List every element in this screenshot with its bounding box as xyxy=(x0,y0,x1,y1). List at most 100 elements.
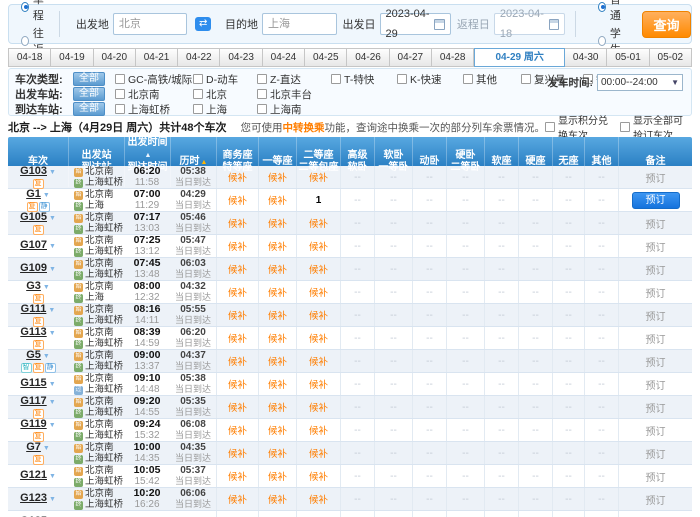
radio-icon[interactable] xyxy=(598,36,606,46)
radio-icon[interactable] xyxy=(21,2,29,12)
train-link-G117[interactable]: G117 xyxy=(20,396,46,407)
train-link-G113[interactable]: G113 xyxy=(20,327,46,338)
radio-icon[interactable] xyxy=(21,36,29,46)
train-link-G103[interactable]: G103 xyxy=(20,166,47,177)
checkbox-icon[interactable] xyxy=(115,104,125,114)
date-tab-04-23[interactable]: 04-23 xyxy=(220,48,262,67)
date-tab-05-01[interactable]: 05-01 xyxy=(607,48,649,67)
checkbox-icon[interactable] xyxy=(620,122,630,132)
filter-all-button[interactable]: 全部 xyxy=(73,72,105,86)
transfer-link[interactable]: 中转换乘 xyxy=(283,122,325,134)
chevron-down-icon[interactable]: ▼ xyxy=(43,192,50,199)
to-input[interactable]: 上海 xyxy=(262,13,336,35)
chevron-down-icon[interactable]: ▼ xyxy=(43,353,50,360)
train-link-G121[interactable]: G121 xyxy=(20,470,47,481)
chevron-down-icon[interactable]: ▼ xyxy=(49,215,56,222)
train-link-G111[interactable]: G111 xyxy=(21,304,47,315)
filter-option-Z-直达[interactable]: Z-直达 xyxy=(257,72,331,87)
train-line: G7▼ xyxy=(26,442,50,454)
date-tab-04-26[interactable]: 04-26 xyxy=(347,48,389,67)
date-tab-05-02[interactable]: 05-02 xyxy=(650,48,692,67)
date-tab-04-27[interactable]: 04-27 xyxy=(390,48,432,67)
filter-option-北京丰台[interactable]: 北京丰台 xyxy=(257,87,331,102)
train-link-G109[interactable]: G109 xyxy=(20,263,47,274)
checkbox-icon[interactable] xyxy=(397,74,407,84)
seat-availability: -- xyxy=(340,212,374,234)
train-link-G115[interactable]: G115 xyxy=(20,378,46,389)
calendar-icon[interactable] xyxy=(434,19,445,30)
duration-cell: 05:47当日到达 xyxy=(170,235,216,257)
depart-date-input[interactable]: 2023-04-29 xyxy=(380,13,451,35)
checkbox-icon[interactable] xyxy=(115,74,125,84)
chevron-down-icon[interactable]: ▼ xyxy=(43,284,50,291)
depart-time-select[interactable]: 00:00--24:00 ▼ xyxy=(597,74,683,91)
chevron-down-icon[interactable]: ▼ xyxy=(48,307,55,314)
chevron-down-icon[interactable]: ▼ xyxy=(49,399,56,406)
train-link-G105[interactable]: G105 xyxy=(20,212,47,223)
chevron-down-icon[interactable]: ▼ xyxy=(49,330,56,337)
date-tab-04-25[interactable]: 04-25 xyxy=(305,48,347,67)
train-link-G5[interactable]: G5 xyxy=(26,350,41,361)
train-row-G119: G119▼复始北京南终上海虹桥09:2415:3206:08当日到达候补候补候补… xyxy=(8,419,692,442)
seat-availability: 候补 xyxy=(258,166,296,188)
train-cell: G111▼复 xyxy=(8,304,68,327)
train-link-G3[interactable]: G3 xyxy=(26,281,41,292)
chevron-down-icon[interactable]: ▼ xyxy=(43,445,50,452)
checkbox-icon[interactable] xyxy=(463,74,473,84)
checkbox-icon[interactable] xyxy=(193,89,203,99)
filter-all-button[interactable]: 全部 xyxy=(73,102,105,116)
book-disabled-text: 预订 xyxy=(646,239,666,254)
filter-option-GC-高铁/城际[interactable]: GC-高铁/城际 xyxy=(115,72,193,87)
date-tab-04-30[interactable]: 04-30 xyxy=(565,48,607,67)
date-tab-04-24[interactable]: 04-24 xyxy=(263,48,305,67)
filter-option-北京[interactable]: 北京 xyxy=(193,87,257,102)
query-button[interactable]: 查询 xyxy=(642,11,691,38)
train-badges: 复 xyxy=(33,455,44,465)
sort-arrow-icon[interactable]: ▲ xyxy=(201,159,208,166)
train-link-G119[interactable]: G119 xyxy=(20,419,46,430)
filter-option-其他[interactable]: 其他 xyxy=(463,72,521,87)
book-button[interactable]: 预订 xyxy=(632,192,680,209)
date-tab-04-21[interactable]: 04-21 xyxy=(136,48,178,67)
from-input[interactable]: 北京 xyxy=(113,13,187,35)
passenger-option-普通[interactable]: 普通 xyxy=(598,0,626,23)
date-tab-04-20[interactable]: 04-20 xyxy=(94,48,136,67)
checkbox-icon[interactable] xyxy=(193,104,203,114)
checkbox-icon[interactable] xyxy=(331,74,341,84)
filter-option-D-动车[interactable]: D-动车 xyxy=(193,72,257,87)
chevron-down-icon[interactable]: ▼ xyxy=(49,496,56,503)
date-tab-04-29[interactable]: 04-29 周六 xyxy=(474,48,565,67)
chevron-down-icon[interactable]: ▼ xyxy=(49,422,56,429)
date-tab-04-19[interactable]: 04-19 xyxy=(51,48,93,67)
train-link-G123[interactable]: G123 xyxy=(20,493,47,504)
date-tab-04-18[interactable]: 04-18 xyxy=(8,48,51,67)
date-tab-04-22[interactable]: 04-22 xyxy=(178,48,220,67)
filter-option-北京南[interactable]: 北京南 xyxy=(115,87,193,102)
filter-option-上海虹桥[interactable]: 上海虹桥 xyxy=(115,102,193,117)
checkbox-icon[interactable] xyxy=(257,74,267,84)
chevron-down-icon[interactable]: ▼ xyxy=(49,266,56,273)
checkbox-icon[interactable] xyxy=(257,89,267,99)
checkbox-icon[interactable] xyxy=(115,89,125,99)
radio-icon[interactable] xyxy=(598,2,606,12)
filter-option-K-快速[interactable]: K-快速 xyxy=(397,72,463,87)
checkbox-icon[interactable] xyxy=(193,74,203,84)
trip-option-单程[interactable]: 单程 xyxy=(21,0,49,23)
date-tab-04-28[interactable]: 04-28 xyxy=(432,48,474,67)
chevron-down-icon[interactable]: ▼ xyxy=(49,473,56,480)
train-link-G1[interactable]: G1 xyxy=(26,189,41,200)
filter-option-上海南[interactable]: 上海南 xyxy=(257,102,331,117)
train-link-G7[interactable]: G7 xyxy=(26,442,41,453)
chevron-down-icon[interactable]: ▼ xyxy=(49,169,56,176)
filter-option-T-特快[interactable]: T-特快 xyxy=(331,72,397,87)
checkbox-icon[interactable] xyxy=(545,122,555,132)
train-link-G107[interactable]: G107 xyxy=(20,240,47,251)
checkbox-icon[interactable] xyxy=(521,74,531,84)
swap-stations-icon[interactable]: ⇄ xyxy=(195,17,211,31)
checkbox-icon[interactable] xyxy=(257,104,267,114)
filter-all-button[interactable]: 全部 xyxy=(73,87,105,101)
chevron-down-icon[interactable]: ▼ xyxy=(49,243,56,250)
sort-arrow-icon[interactable]: ▲ xyxy=(145,152,152,159)
chevron-down-icon[interactable]: ▼ xyxy=(49,381,56,388)
filter-option-上海[interactable]: 上海 xyxy=(193,102,257,117)
